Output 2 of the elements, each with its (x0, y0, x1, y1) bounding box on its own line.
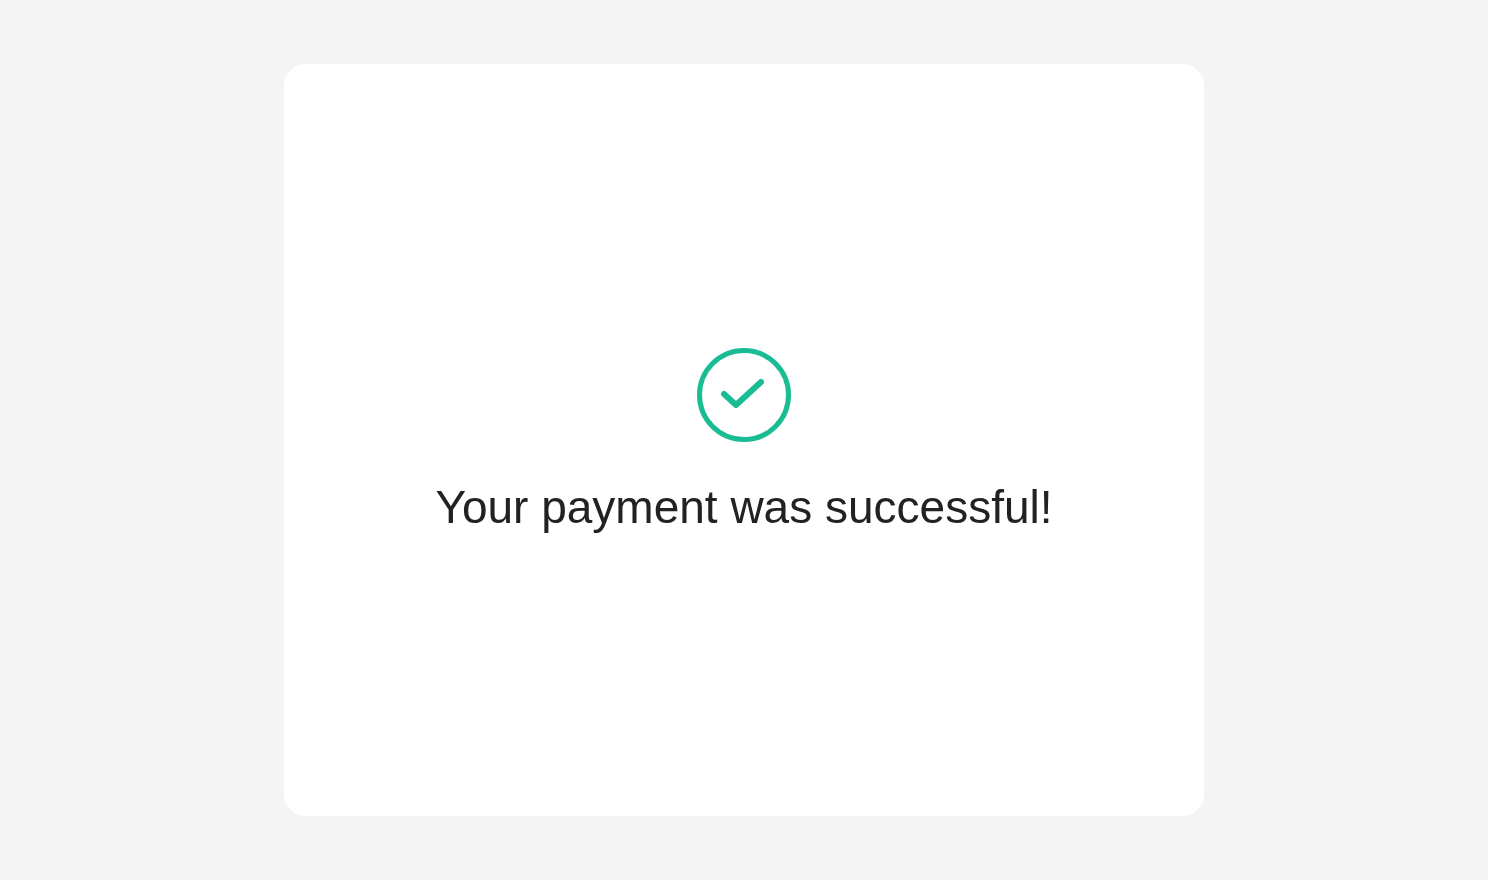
check-circle-icon (696, 346, 792, 443)
success-message: Your payment was successful! (435, 480, 1053, 534)
